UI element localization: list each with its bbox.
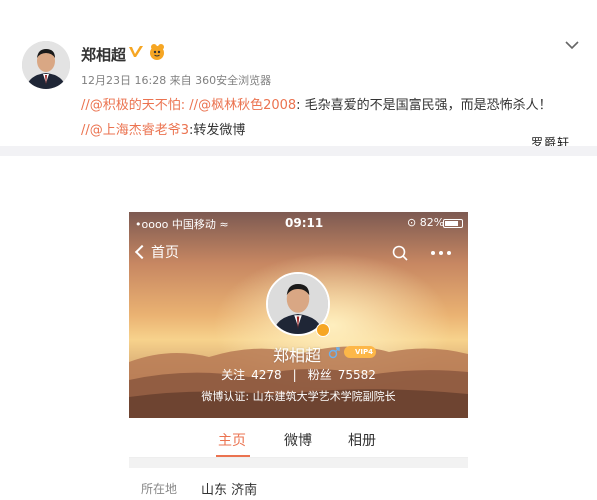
active-tab-indicator: [216, 455, 250, 457]
back-label: 首页: [151, 245, 179, 261]
stats-separator: |: [292, 368, 297, 382]
repost-chain-line: //@上海杰睿老爷3:转发微博: [81, 119, 245, 138]
post-text: :转发微博: [189, 123, 246, 138]
profile-cover: •oooo 中国移动 ≈ 09:11 ⊙ 82% 首页 郑相超 VIP4 关注 …: [129, 212, 468, 418]
battery-icon: [443, 219, 463, 228]
profile-tabs: 主页 微博 相册: [129, 418, 468, 458]
author-avatar[interactable]: [22, 41, 70, 89]
divider-band: [0, 146, 597, 156]
followers-label[interactable]: 粉丝: [308, 368, 332, 382]
mention-link[interactable]: @积极的天不怕: [90, 98, 181, 113]
weibo-certification: 微博认证: 山东建筑大学艺术学院副院长: [201, 390, 396, 403]
male-gender-icon: [328, 347, 340, 359]
clock: 09:11: [285, 216, 324, 230]
follow-stats: 关注 4278 | 粉丝 75582: [129, 366, 468, 383]
battery-level: [445, 221, 458, 226]
author-name[interactable]: 郑相超: [81, 44, 126, 65]
search-icon[interactable]: [392, 245, 408, 261]
location-value: 山东 济南: [201, 483, 258, 498]
following-count[interactable]: 4278: [251, 368, 282, 382]
battery-percent: ⊙ 82%: [407, 216, 445, 229]
repost-slash: //: [81, 123, 90, 138]
back-chevron-icon: [134, 244, 150, 260]
location-label: 所在地: [141, 482, 178, 496]
verified-badge-icon: [316, 323, 330, 337]
back-button[interactable]: 首页: [134, 242, 179, 264]
post-meta: 12月23日 16:28 来自 360安全浏览器: [81, 74, 272, 87]
tab-album[interactable]: 相册: [348, 430, 376, 450]
more-icon[interactable]: [430, 245, 452, 261]
following-label[interactable]: 关注: [221, 368, 245, 382]
mention-link[interactable]: @枫林秋色2008: [198, 98, 296, 113]
tab-weibo[interactable]: 微博: [284, 430, 312, 450]
section-gap: [129, 458, 468, 468]
repost-slash: //: [81, 98, 90, 113]
repost-separator: : //: [180, 98, 199, 113]
chevron-down-icon[interactable]: [565, 40, 579, 50]
tab-home[interactable]: 主页: [218, 430, 246, 450]
vip-level-badge: VIP4: [344, 346, 376, 358]
profile-name: 郑相超: [273, 346, 322, 365]
person-avatar-icon: [22, 41, 70, 89]
status-bar: •oooo 中国移动 ≈ 09:11 ⊙ 82%: [129, 216, 468, 232]
carrier-signal: •oooo 中国移动 ≈: [135, 218, 229, 231]
weibo-post: 郑相超 12月23日 16:28 来自 360安全浏览器 //@积极的天不怕: …: [0, 0, 597, 152]
repost-chain-line: //@积极的天不怕: //@枫林秋色2008: 毛杂喜爱的不是国富民强，而是恐怖…: [81, 94, 552, 113]
verified-v-icon: [129, 46, 143, 57]
profile-screenshot: •oooo 中国移动 ≈ 09:11 ⊙ 82% 首页 郑相超 VIP4 关注 …: [129, 212, 468, 500]
vip-badge-icon: [150, 44, 164, 60]
mention-link[interactable]: @上海杰睿老爷3: [90, 123, 189, 138]
post-text: : 毛杂喜爱的不是国富民强，而是恐怖杀人！: [296, 98, 552, 113]
followers-count[interactable]: 75582: [338, 368, 376, 382]
